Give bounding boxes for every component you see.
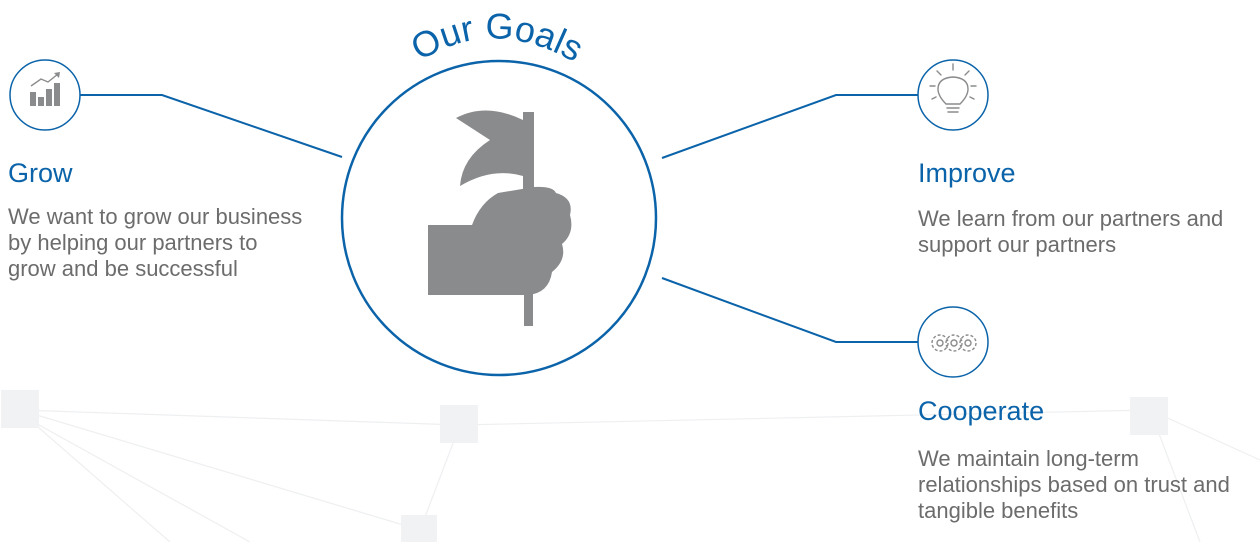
grow-description: We want to grow our business by helping …: [8, 204, 303, 281]
cooperate-description: We maintain long-term relationships base…: [918, 446, 1230, 523]
grow-title: Grow: [8, 158, 73, 188]
grow-icon-badge: [9, 59, 81, 131]
cooperate-title: Cooperate: [918, 396, 1045, 426]
improve-description: We learn from our partners and support o…: [918, 206, 1224, 257]
improve-icon-badge: [917, 59, 989, 131]
improve-title: Improve: [918, 158, 1016, 188]
cooperate-icon-badge: [917, 306, 989, 378]
